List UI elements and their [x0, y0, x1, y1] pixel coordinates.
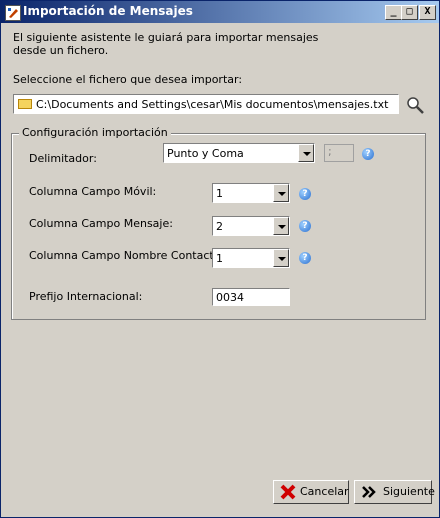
minimize-button[interactable]: _ [385, 5, 402, 20]
movil-value: 1 [216, 187, 223, 200]
cancel-label: Cancelar [300, 485, 349, 498]
file-path: C:\Documents and Settings\cesar\Mis docu… [36, 98, 389, 111]
chevron-down-icon[interactable] [298, 144, 314, 162]
chevron-down-icon[interactable] [273, 249, 289, 267]
mensaje-column-select[interactable]: 2 [212, 216, 290, 236]
movil-label: Columna Campo Móvil: [29, 185, 157, 198]
prefijo-label: Prefijo Internacional: [29, 290, 143, 303]
maximize-button[interactable]: □ [401, 5, 418, 20]
title-bar: Importación de Mensajes _ □ X [1, 1, 439, 23]
help-icon[interactable]: ? [362, 148, 374, 160]
movil-column-select[interactable]: 1 [212, 183, 290, 203]
next-label: Siguiente [383, 485, 435, 498]
double-chevron-right-icon [362, 486, 376, 498]
magnifier-icon [407, 97, 424, 114]
help-icon[interactable]: ? [299, 188, 311, 200]
import-dialog: Importación de Mensajes _ □ X El siguien… [0, 0, 440, 518]
mensaje-value: 2 [216, 220, 223, 233]
help-icon[interactable]: ? [299, 220, 311, 232]
app-icon [5, 5, 21, 21]
cancel-button[interactable]: Cancelar [273, 480, 349, 504]
chevron-down-icon[interactable] [273, 184, 289, 202]
delimiter-value: Punto y Coma [167, 147, 244, 160]
close-button[interactable]: X [419, 5, 436, 20]
separator-char: ; [328, 145, 332, 158]
next-button[interactable]: Siguiente [354, 480, 435, 504]
prefijo-input[interactable]: 0034 [212, 288, 290, 306]
file-label: Seleccione el fichero que desea importar… [13, 73, 243, 86]
cancel-icon [280, 484, 296, 500]
config-group-title: Configuración importación [19, 126, 171, 139]
mensaje-label: Columna Campo Mensaje: [29, 217, 173, 230]
help-icon[interactable]: ? [299, 252, 311, 264]
intro-text: El siguiente asistente le guiará para im… [13, 31, 319, 57]
browse-button[interactable] [404, 95, 426, 115]
separator-char-field: ; [324, 144, 354, 162]
folder-icon [18, 99, 32, 109]
chevron-down-icon[interactable] [273, 217, 289, 235]
contacto-label: Columna Campo Nombre Contacto: [29, 249, 225, 262]
delimiter-select[interactable]: Punto y Coma [163, 143, 315, 163]
window-title: Importación de Mensajes [23, 4, 193, 18]
delimiter-label: Delimitador: [29, 152, 97, 165]
contacto-value: 1 [216, 252, 223, 265]
file-path-field[interactable]: C:\Documents and Settings\cesar\Mis docu… [13, 94, 399, 114]
contacto-column-select[interactable]: 1 [212, 248, 290, 268]
